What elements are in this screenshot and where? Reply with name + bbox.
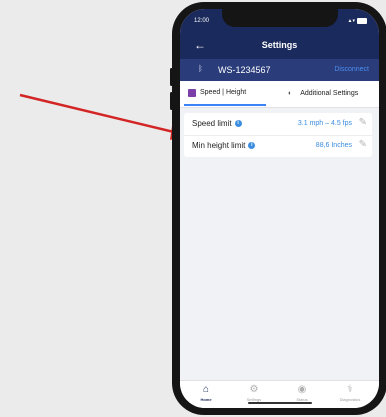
nav-item-home[interactable]: ⌂ Home [186, 383, 226, 402]
battery-icon [357, 18, 367, 24]
eye-icon: ◉ [297, 384, 307, 395]
home-icon: ⌂ [202, 384, 210, 395]
tab-additional-settings[interactable]: ◐ Additional Settings [276, 81, 376, 106]
setting-label: Speed limit i [192, 119, 242, 128]
phone-screen: 12:00 ▲▾ ← Settings ᛒ WS-1234567 Disconn… [180, 9, 379, 408]
status-icons: ▲▾ [348, 18, 367, 24]
settings-card: Speed limit i 3.1 mph – 4.5 fps ✎ Min hei… [184, 113, 372, 157]
setting-label-text: Speed limit [192, 119, 232, 128]
tab-label: Additional Settings [300, 90, 359, 97]
device-row: ᛒ WS-1234567 Disconnect [180, 59, 379, 81]
nav-item-diagnostics[interactable]: ⚕ Diagnostics [330, 383, 370, 402]
status-bar: 12:00 ▲▾ [180, 9, 379, 33]
gear-icon: ⚙ [249, 384, 259, 395]
pencil-icon[interactable]: ✎ [359, 117, 367, 128]
stethoscope-icon: ⚕ [347, 384, 353, 395]
tab-bar: Speed | Height ◐ Additional Settings [180, 81, 379, 108]
info-icon[interactable]: i [248, 142, 256, 150]
signal-icon: ▲▾ [347, 18, 355, 24]
setting-value: 3.1 mph – 4.5 fps [297, 120, 352, 127]
setting-label: Min height limit i [192, 141, 256, 150]
setting-row-min-height-limit[interactable]: Min height limit i 88,6 Inches ✎ [184, 135, 372, 157]
phone-frame: 12:00 ▲▾ ← Settings ᛒ WS-1234567 Disconn… [172, 2, 386, 415]
info-icon[interactable]: i [234, 120, 242, 128]
setting-label-text: Min height limit [192, 141, 246, 150]
bluetooth-icon: ᛒ [198, 64, 203, 73]
app-header: ← Settings [180, 33, 379, 59]
setting-value: 88,6 Inches [315, 142, 352, 149]
settings-toggle-icon: ◐ [288, 90, 293, 97]
tab-speed-height[interactable]: Speed | Height [184, 81, 266, 106]
pencil-icon[interactable]: ✎ [359, 139, 367, 150]
settings-content: Speed limit i 3.1 mph – 4.5 fps ✎ Min hei… [180, 108, 379, 380]
status-time: 12:00 [194, 18, 210, 24]
device-name: WS-1234567 [218, 65, 271, 75]
home-indicator [248, 402, 312, 404]
page-title: Settings [261, 40, 298, 50]
speed-height-icon [188, 88, 196, 97]
phone-notch [222, 9, 338, 27]
disconnect-button[interactable]: Disconnect [334, 66, 369, 73]
nav-item-status[interactable]: ◉ Status [282, 383, 322, 402]
nav-label: Diagnostics [339, 397, 361, 402]
nav-label: Home [200, 397, 212, 402]
tab-label: Speed | Height [200, 89, 247, 96]
nav-item-settings[interactable]: ⚙ Settings [234, 383, 274, 402]
setting-row-speed-limit[interactable]: Speed limit i 3.1 mph – 4.5 fps ✎ [184, 113, 372, 136]
